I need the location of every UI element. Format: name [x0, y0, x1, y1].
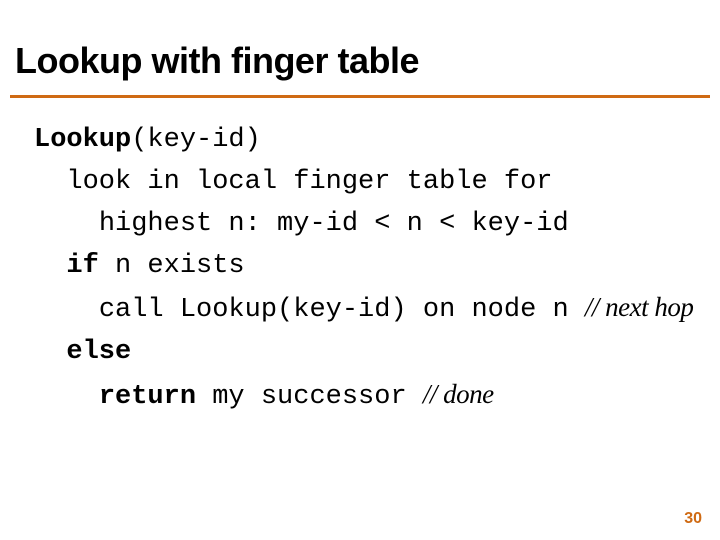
comment-next-hop: // next hop — [585, 292, 693, 322]
fn-args: (key-id) — [131, 125, 261, 155]
kw-return: return — [99, 382, 196, 412]
line-call-lookup: call Lookup(key-id) on node n — [99, 295, 585, 325]
line-look-in: look in local finger table for — [66, 167, 552, 197]
pseudocode-block: Lookup(key-id) look in local finger tabl… — [34, 120, 693, 419]
line-n-exists: n exists — [99, 251, 245, 281]
page-number: 30 — [684, 510, 702, 528]
comment-done: // done — [423, 379, 494, 409]
kw-else: else — [66, 337, 131, 367]
line-highest: highest n: my-id < n < key-id — [99, 209, 569, 239]
kw-if: if — [66, 251, 98, 281]
title-rule — [10, 95, 710, 98]
line-successor: my successor — [196, 382, 423, 412]
slide-title: Lookup with finger table — [15, 40, 419, 82]
fn-name: Lookup — [34, 125, 131, 155]
slide: Lookup with finger table Lookup(key-id) … — [0, 0, 720, 540]
